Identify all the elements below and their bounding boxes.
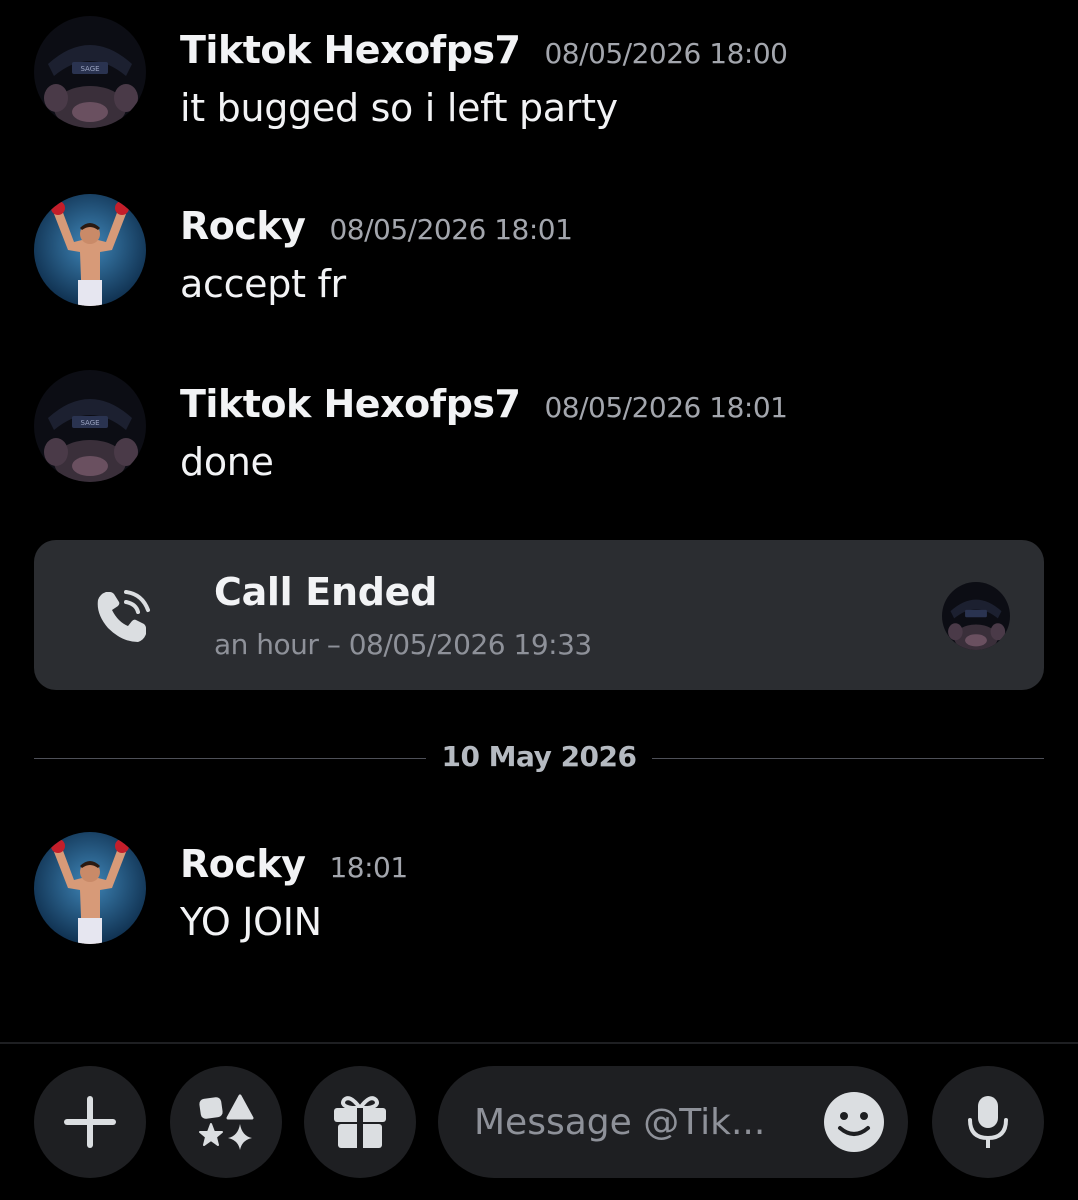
date-label: 10 May 2026 [441, 740, 637, 773]
avatar[interactable]: SAGE [34, 16, 146, 128]
message-text: it bugged so i left party [180, 86, 618, 130]
date-divider: 10 May 2026 [34, 730, 1044, 786]
timestamp: 18:01 [329, 851, 408, 884]
voice-message-button[interactable] [932, 1066, 1044, 1178]
apps-icon [199, 1094, 254, 1150]
message-text: accept fr [180, 262, 346, 306]
phone-icon [92, 584, 156, 648]
emoji-button[interactable] [822, 1090, 886, 1154]
message-item[interactable]: SAGE Tiktok Hexofps7 08/05/2026 18:01 do… [0, 370, 1078, 516]
username[interactable]: Rocky [180, 204, 306, 248]
emoji-icon [824, 1092, 884, 1152]
avatar[interactable] [34, 832, 146, 944]
apps-button[interactable] [170, 1066, 282, 1178]
username[interactable]: Tiktok Hexofps7 [180, 28, 521, 72]
call-ended-card[interactable]: Call Ended an hour – 08/05/2026 19:33 [34, 540, 1044, 690]
microphone-icon [968, 1096, 1008, 1148]
svg-text:SAGE: SAGE [80, 419, 99, 427]
avatar[interactable]: SAGE [34, 370, 146, 482]
composer-divider [0, 1042, 1078, 1044]
gift-button[interactable] [304, 1066, 416, 1178]
avatar[interactable] [34, 194, 146, 306]
gift-icon [334, 1096, 386, 1148]
call-title: Call Ended [214, 570, 437, 614]
timestamp: 08/05/2026 18:01 [329, 213, 573, 246]
message-text: YO JOIN [180, 900, 322, 944]
participant-avatar[interactable] [942, 582, 1010, 650]
message-item[interactable]: Rocky 08/05/2026 18:01 accept fr [0, 194, 1078, 338]
divider-line [34, 758, 426, 759]
plus-icon [64, 1096, 116, 1148]
message-item[interactable]: Rocky 18:01 YO JOIN [0, 832, 1078, 976]
message-item[interactable]: SAGE Tiktok Hexofps7 08/05/2026 18:00 it… [0, 16, 1078, 162]
timestamp: 08/05/2026 18:00 [544, 37, 788, 70]
divider-line [652, 758, 1044, 759]
add-attachment-button[interactable] [34, 1066, 146, 1178]
username[interactable]: Rocky [180, 842, 306, 886]
username[interactable]: Tiktok Hexofps7 [180, 382, 521, 426]
message-input-bar[interactable] [438, 1066, 908, 1178]
timestamp: 08/05/2026 18:01 [544, 391, 788, 424]
message-input[interactable] [474, 1092, 804, 1152]
call-subtitle: an hour – 08/05/2026 19:33 [214, 628, 592, 661]
message-text: done [180, 440, 274, 484]
svg-text:SAGE: SAGE [80, 65, 99, 73]
